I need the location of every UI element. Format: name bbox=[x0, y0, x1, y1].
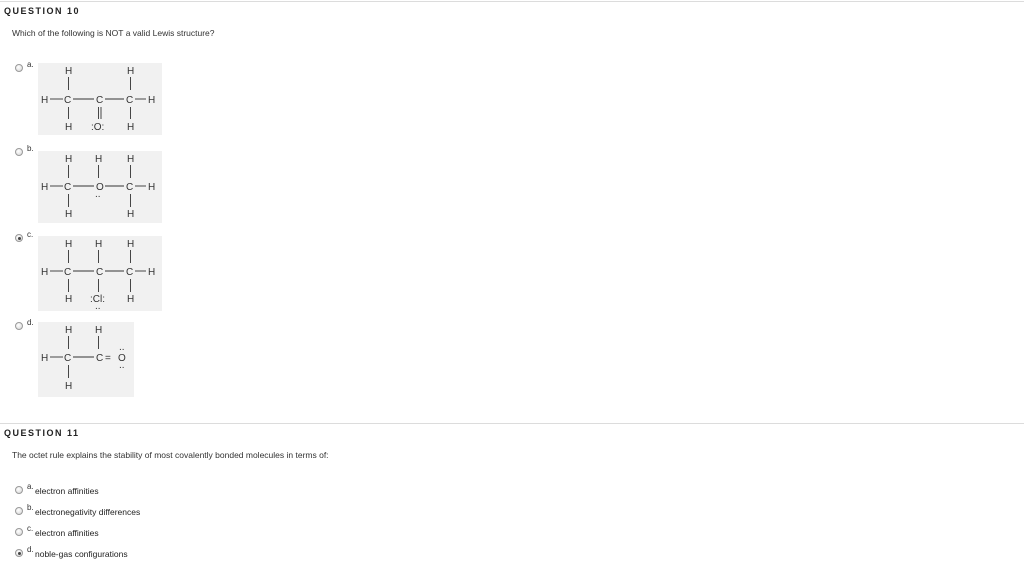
atom-c: C bbox=[96, 353, 103, 364]
q11-option-c-text: electron affinities bbox=[35, 528, 99, 538]
lone-pair: .. bbox=[95, 189, 101, 200]
atom-h: H bbox=[65, 122, 72, 133]
q10-option-a-letter: a. bbox=[27, 60, 34, 69]
question-11-prompt: The octet rule explains the stability of… bbox=[12, 450, 329, 460]
atom-h: H bbox=[127, 122, 134, 133]
q10-option-c-radio[interactable] bbox=[15, 234, 23, 242]
lone-pair: .. bbox=[119, 360, 125, 371]
atom-c: C bbox=[96, 267, 103, 278]
atom-h: H bbox=[127, 154, 134, 165]
q11-option-d-letter: d. bbox=[27, 545, 34, 554]
atom-h: H bbox=[127, 209, 134, 220]
atom-h: H bbox=[95, 154, 102, 165]
atom-c: C bbox=[126, 95, 133, 106]
atom-h: H bbox=[148, 95, 155, 106]
q11-option-a-text: electron affinities bbox=[35, 486, 99, 496]
atom-c: C bbox=[126, 182, 133, 193]
atom-h: H bbox=[41, 267, 48, 278]
atom-h: H bbox=[65, 239, 72, 250]
q10-option-b-letter: b. bbox=[27, 144, 34, 153]
atom-h: H bbox=[41, 95, 48, 106]
atom-h: H bbox=[41, 353, 48, 364]
q10-option-a-radio[interactable] bbox=[15, 64, 23, 72]
question-11-divider bbox=[0, 423, 1024, 424]
atom-h: H bbox=[65, 325, 72, 336]
atom-o: :O: bbox=[91, 122, 104, 133]
q10-option-b-radio[interactable] bbox=[15, 148, 23, 156]
q10-option-c-letter: c. bbox=[27, 230, 34, 239]
q11-option-b-letter: b. bbox=[27, 503, 34, 512]
atom-h: H bbox=[127, 239, 134, 250]
atom-h: H bbox=[65, 154, 72, 165]
q11-option-b-text: electronegativity differences bbox=[35, 507, 141, 517]
atom-h: H bbox=[65, 294, 72, 305]
q10-structure-a: H H H C C C H H :O: H bbox=[38, 63, 162, 135]
q11-option-a-radio[interactable] bbox=[15, 486, 23, 494]
question-10-title: QUESTION 10 bbox=[4, 6, 81, 16]
lone-pair: .. bbox=[119, 342, 125, 353]
atom-c: C bbox=[64, 267, 71, 278]
top-divider bbox=[0, 1, 1024, 2]
atom-h: H bbox=[148, 267, 155, 278]
atom-c: C bbox=[64, 353, 71, 364]
atom-h: H bbox=[148, 182, 155, 193]
atom-c: C bbox=[126, 267, 133, 278]
atom-h: H bbox=[95, 239, 102, 250]
q11-option-d-radio[interactable] bbox=[15, 549, 23, 557]
q10-structure-b: H H H H C O C H .. H H bbox=[38, 151, 162, 223]
atom-h: H bbox=[127, 294, 134, 305]
q11-option-c-radio[interactable] bbox=[15, 528, 23, 536]
atom-h: H bbox=[65, 209, 72, 220]
atom-h: H bbox=[41, 182, 48, 193]
question-11-title: QUESTION 11 bbox=[4, 428, 80, 438]
question-10-prompt: Which of the following is NOT a valid Le… bbox=[12, 28, 215, 38]
q11-option-b-radio[interactable] bbox=[15, 507, 23, 515]
atom-c: C bbox=[96, 95, 103, 106]
lone-pair: .. bbox=[95, 301, 101, 311]
q10-option-d-radio[interactable] bbox=[15, 322, 23, 330]
q11-option-d-text: noble-gas configurations bbox=[35, 549, 128, 559]
atom-h: H bbox=[127, 66, 134, 77]
atom-c: C bbox=[64, 95, 71, 106]
atom-h: H bbox=[65, 66, 72, 77]
atom-h: H bbox=[65, 381, 72, 392]
q10-option-d-letter: d. bbox=[27, 318, 34, 327]
q10-structure-c: H H H H C C C H H :Cl: H .. bbox=[38, 236, 162, 312]
atom-c: C bbox=[64, 182, 71, 193]
q10-structure-d: H H .. H C C = O .. H bbox=[38, 322, 134, 397]
q11-option-c-letter: c. bbox=[27, 524, 34, 533]
double-bond: = bbox=[105, 353, 111, 364]
atom-h: H bbox=[95, 325, 102, 336]
q11-option-a-letter: a. bbox=[27, 482, 34, 491]
